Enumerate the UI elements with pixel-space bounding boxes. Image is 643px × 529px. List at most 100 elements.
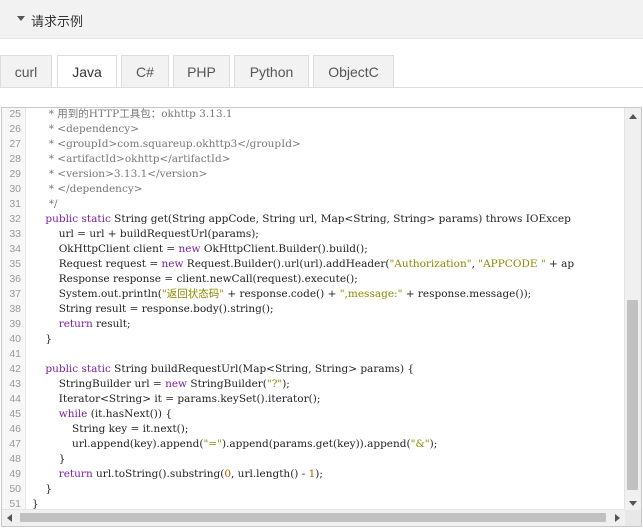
vertical-scrollbar[interactable] bbox=[624, 108, 641, 512]
line-number: 27 bbox=[9, 138, 21, 150]
code-token: * <groupId>com.squareup.okhttp3</groupId… bbox=[32, 138, 301, 150]
code-token: result; bbox=[92, 318, 131, 330]
scrollbar-corner bbox=[625, 510, 641, 526]
code-text: * <dependency> bbox=[32, 122, 139, 137]
code-token: Request.Builder().url(url).addHeader( bbox=[183, 258, 390, 270]
line-number: 28 bbox=[9, 153, 21, 165]
code-token: "?" bbox=[266, 378, 283, 390]
code-token: } bbox=[32, 333, 53, 345]
code-line: 34 OkHttpClient client = new OkHttpClien… bbox=[2, 242, 624, 257]
code-text: Response response = client.newCall(reque… bbox=[32, 272, 358, 287]
tab-php[interactable]: PHP bbox=[173, 55, 230, 87]
code-text: String key = it.next(); bbox=[32, 422, 188, 437]
code-text: String result = response.body().string()… bbox=[32, 302, 274, 317]
arrow-down-icon[interactable] bbox=[629, 501, 637, 506]
request-example-header[interactable]: 请求示例 bbox=[0, 0, 643, 39]
code-token: * </dependency> bbox=[32, 183, 143, 195]
code-text: url.append(key).append("=").append(param… bbox=[32, 437, 437, 452]
code-token: , url.length() - bbox=[231, 468, 309, 480]
line-number: 26 bbox=[9, 123, 21, 135]
code-text: OkHttpClient client = new OkHttpClient.B… bbox=[32, 242, 368, 257]
code-token: String get(String appCode, String url, M… bbox=[110, 213, 571, 225]
code-token: "=" bbox=[203, 438, 222, 450]
tab-java[interactable]: Java bbox=[57, 55, 117, 88]
language-tabs: curl Java C# PHP Python ObjectC bbox=[0, 55, 643, 88]
code-token: Request request = bbox=[32, 258, 162, 270]
code-token: * <version>3.13.1</version> bbox=[32, 168, 208, 180]
code-token: String result = response.body().string()… bbox=[32, 303, 274, 315]
code-token: OkHttpClient.Builder().build(); bbox=[200, 243, 368, 255]
vertical-scroll-thumb[interactable] bbox=[627, 300, 638, 490]
code-token: new bbox=[165, 378, 188, 390]
code-text: * <version>3.13.1</version> bbox=[32, 167, 208, 182]
code-token: } bbox=[32, 453, 66, 465]
line-number: 33 bbox=[9, 228, 21, 240]
caret-down-icon[interactable] bbox=[17, 16, 25, 21]
code-token: + ap bbox=[545, 258, 575, 270]
code-token: url = url + buildRequestUrl(params); bbox=[32, 228, 259, 240]
section-title: 请求示例 bbox=[31, 14, 84, 29]
code-text: } bbox=[32, 452, 66, 467]
tab-python[interactable]: Python bbox=[234, 55, 309, 87]
code-token: 0 bbox=[224, 468, 231, 480]
line-number: 46 bbox=[9, 423, 21, 435]
code-token: */ bbox=[32, 198, 58, 210]
line-number: 47 bbox=[9, 438, 21, 450]
code-line: 42 public static String buildRequestUrl(… bbox=[2, 362, 624, 377]
code-token: ); bbox=[429, 438, 438, 450]
code-token: System.out.println( bbox=[32, 288, 162, 300]
code-token: StringBuilder( bbox=[187, 378, 267, 390]
code-token: } bbox=[32, 483, 53, 495]
code-editor[interactable]: 25 * 用到的HTTP工具包：okhttp 3.13.1 26 * <depen… bbox=[1, 107, 642, 527]
code-lines: 25 * 用到的HTTP工具包：okhttp 3.13.1 26 * <depen… bbox=[2, 108, 624, 512]
code-token: while bbox=[58, 408, 88, 420]
code-text: * 用到的HTTP工具包：okhttp 3.13.1 bbox=[32, 108, 233, 122]
line-number: 34 bbox=[9, 243, 21, 255]
code-line: 48 } bbox=[2, 452, 624, 467]
line-number: 36 bbox=[9, 273, 21, 285]
code-token: return bbox=[58, 468, 93, 480]
line-number: 50 bbox=[9, 483, 21, 495]
code-token: public static bbox=[45, 213, 111, 225]
code-line: 49 return url.toString().substring(0, ur… bbox=[2, 467, 624, 482]
code-text: Request request = new Request.Builder().… bbox=[32, 257, 574, 272]
code-token: StringBuilder url = bbox=[32, 378, 166, 390]
horizontal-scroll-thumb[interactable] bbox=[20, 513, 606, 522]
code-token: (it.hasNext()) { bbox=[87, 408, 173, 420]
code-text: url = url + buildRequestUrl(params); bbox=[32, 227, 259, 242]
horizontal-scrollbar[interactable] bbox=[2, 509, 625, 526]
arrow-up-icon[interactable] bbox=[629, 114, 637, 119]
line-number: 45 bbox=[9, 408, 21, 420]
line-number: 29 bbox=[9, 168, 21, 180]
code-token: "返回状态码" bbox=[161, 288, 225, 300]
arrow-left-icon[interactable] bbox=[7, 514, 12, 522]
code-line: 45 while (it.hasNext()) { bbox=[2, 407, 624, 422]
line-number: 38 bbox=[9, 303, 21, 315]
tab-csharp[interactable]: C# bbox=[121, 55, 169, 87]
line-number: 35 bbox=[9, 258, 21, 270]
code-line: 50 } bbox=[2, 482, 624, 497]
tab-curl[interactable]: curl bbox=[0, 55, 52, 87]
line-number: 25 bbox=[9, 108, 21, 120]
code-line: 37 System.out.println("返回状态码" + response… bbox=[2, 287, 624, 302]
code-line: 25 * 用到的HTTP工具包：okhttp 3.13.1 bbox=[2, 108, 624, 122]
code-text: System.out.println("返回状态码" + response.co… bbox=[32, 287, 532, 302]
line-number: 42 bbox=[9, 363, 21, 375]
code-token: "APPCODE " bbox=[478, 258, 546, 270]
arrow-right-icon[interactable] bbox=[615, 514, 620, 522]
code-token: * <artifactId>okhttp</artifactId> bbox=[32, 153, 231, 165]
code-line: 41 bbox=[2, 347, 624, 362]
code-line: 46 String key = it.next(); bbox=[2, 422, 624, 437]
code-line: 39 return result; bbox=[2, 317, 624, 332]
code-token: * 用到的HTTP工具包：okhttp 3.13.1 bbox=[32, 108, 233, 120]
code-text: * <artifactId>okhttp</artifactId> bbox=[32, 152, 231, 167]
tab-objectc[interactable]: ObjectC bbox=[313, 55, 394, 87]
code-token: Iterator<String> it = params.keySet().it… bbox=[32, 393, 321, 405]
code-text: } bbox=[32, 482, 52, 497]
line-number: 37 bbox=[9, 288, 21, 300]
code-token: ); bbox=[315, 468, 323, 480]
line-number: 48 bbox=[9, 453, 21, 465]
